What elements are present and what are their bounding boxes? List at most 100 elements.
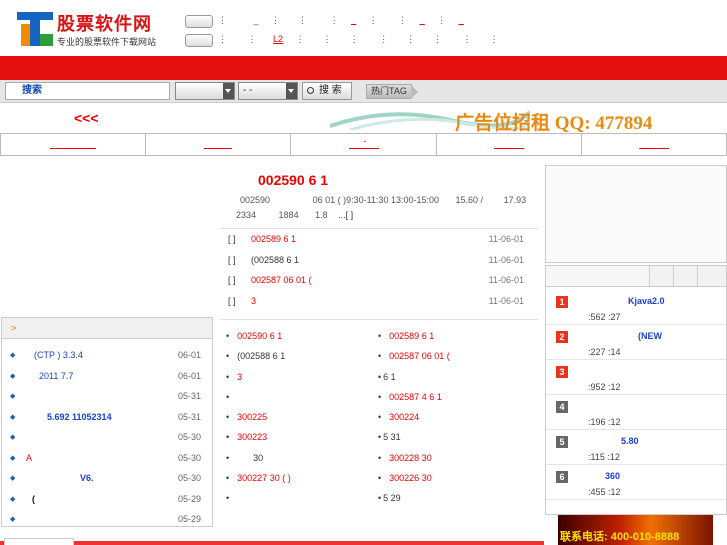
rank-badge: 4 xyxy=(556,401,568,413)
top-nav-row-1: ⋮ _ ⋮ ⋮ ⋮ _ ⋮ ⋮ _ ⋮ _ xyxy=(218,15,464,25)
logo-mark-icon xyxy=(17,12,53,46)
nav-link[interactable]: _ xyxy=(420,15,425,25)
list-item[interactable]: • 6 1 xyxy=(378,372,396,382)
list-item[interactable]: ◆ 05-29 xyxy=(2,510,212,530)
rank-badge: 1 xyxy=(556,296,568,308)
category-tabs: - xyxy=(0,133,727,156)
right-top-box xyxy=(545,165,727,263)
search-input[interactable]: 搜索 xyxy=(5,82,170,100)
ranking-item[interactable]: 2 (NEW :227 :14 xyxy=(546,326,726,360)
list-item[interactable]: • 3 xyxy=(226,372,242,382)
rank-badge: 5 xyxy=(556,436,568,448)
divider xyxy=(220,319,538,320)
list-item[interactable]: ◆ (CTP ) 3.3.4 06-01 xyxy=(2,346,212,366)
tab-5[interactable] xyxy=(582,134,726,155)
bullet-icon: ◆ xyxy=(10,516,16,523)
bottom-section-bar xyxy=(0,541,544,545)
ranking-item[interactable]: 4 :196 :12 xyxy=(546,396,726,430)
site-logo[interactable]: 股票软件网 专业的股票软件下载网站 xyxy=(17,10,179,50)
list-item[interactable]: ◆ 2011 7.7 06-01 xyxy=(2,367,212,387)
list-item[interactable]: ◆(05-29 xyxy=(2,490,212,510)
list-item[interactable]: • 002590 6 1 xyxy=(226,331,282,341)
ranking-tabs xyxy=(545,265,727,287)
article-headline[interactable]: 002590 6 1 xyxy=(258,172,328,188)
tab-4[interactable] xyxy=(437,134,582,155)
list-item[interactable]: [ ] (002588 6 1 11-06-01 xyxy=(220,249,538,270)
list-item[interactable]: • 300223 xyxy=(226,432,267,442)
ranking-item[interactable]: 6 360 :455 :12 xyxy=(546,466,726,500)
tab-1[interactable] xyxy=(1,134,147,155)
rank-badge: 3 xyxy=(556,366,568,378)
list-item[interactable]: • 5 31 xyxy=(378,432,401,442)
main-nav-bar xyxy=(0,56,727,80)
ranking-tab-2[interactable] xyxy=(650,266,674,286)
category-select[interactable] xyxy=(175,82,235,100)
nav-link[interactable]: _ xyxy=(254,15,259,25)
ranking-list: 1 Kjava2.0 :562 :27 2 (NEW :227 :14 3 :9… xyxy=(545,287,727,515)
list-item[interactable]: • 300227 30 ( ) xyxy=(226,473,291,483)
search-icon xyxy=(307,87,314,94)
banner-text: 联系电话: 400-010-8888 xyxy=(560,531,680,543)
bullet-icon: ◆ xyxy=(10,434,16,441)
list-item[interactable]: • 30 xyxy=(226,453,263,463)
list-item[interactable]: • 300226 30 xyxy=(378,473,432,483)
top-button-2[interactable] xyxy=(185,34,213,47)
bullet-icon: ◆ xyxy=(10,414,16,421)
news-feed: [ ] 002589 6 1 11-06-01 [ ] (002588 6 1 11-0… xyxy=(220,228,538,310)
contact-banner[interactable]: 联系电话: 400-010-8888 xyxy=(545,515,727,545)
ad-band: <<< 广告位招租 QQ: 477894 xyxy=(0,104,727,135)
chevron-down-icon xyxy=(223,83,234,99)
arrow-icon: > xyxy=(11,323,17,333)
tab-3[interactable]: - xyxy=(291,134,437,155)
bullet-icon: ◆ xyxy=(10,455,16,462)
ranking-tab-3[interactable] xyxy=(674,266,698,286)
list-item[interactable]: • 300228 30 xyxy=(378,453,432,463)
type-select[interactable]: - - xyxy=(238,82,298,100)
software-list: > ◆ (CTP ) 3.3.4 06-01 ◆ 2011 7.7 06-01 ◆ 05-… xyxy=(1,317,213,527)
site-name: 股票软件网 xyxy=(57,14,152,34)
hot-tag-button[interactable]: 热门TAG xyxy=(366,84,418,99)
tab-2[interactable] xyxy=(146,134,292,155)
list-item[interactable]: • 002587 4 6 1 xyxy=(378,392,442,402)
list-item[interactable]: ◆ 05-31 xyxy=(2,387,212,407)
list-item[interactable]: ◆ 5.692 11052314 05-31 xyxy=(2,408,212,428)
top-nav-row-2: ⋮ ⋮ L2 ⋮ ⋮ ⋮ ⋮ ⋮ ⋮ ⋮ ⋮ xyxy=(218,34,499,44)
list-item[interactable]: • (002588 6 1 xyxy=(226,351,285,361)
search-bar: 搜索 - - 搜 索 热门TAG xyxy=(0,80,727,103)
ranking-tab-1[interactable] xyxy=(546,266,650,286)
nav-link-l2[interactable]: L2 xyxy=(273,34,283,44)
article-meta: 002590 06 01 ( )9:30-11:30 13:00-15:00 1… xyxy=(232,193,532,223)
list-item[interactable]: [ ] 002589 6 1 11-06-01 xyxy=(220,228,538,249)
bullet-icon: ◆ xyxy=(10,352,16,359)
list-item[interactable]: • 002589 6 1 xyxy=(378,331,434,341)
back-link[interactable]: <<< xyxy=(74,110,99,126)
chevron-down-icon xyxy=(286,83,297,99)
nav-link[interactable]: _ xyxy=(351,15,356,25)
list-item[interactable]: • xyxy=(226,392,237,402)
list-item[interactable]: [ ] 3 11-06-01 xyxy=(220,290,538,311)
list-item[interactable]: ◆ A 05-30 xyxy=(2,449,212,469)
list-item[interactable]: • 5 29 xyxy=(378,493,401,503)
bullet-icon: ◆ xyxy=(10,393,16,400)
more-link[interactable]: ...[ ] xyxy=(338,208,353,223)
bullet-icon: ◆ xyxy=(10,475,16,482)
list-item[interactable]: • 002587 06 01 ( xyxy=(378,351,450,361)
list-item[interactable]: ◆ V6. 05-30 xyxy=(2,469,212,489)
ad-text[interactable]: 广告位招租 QQ: 477894 xyxy=(455,108,652,135)
ranking-item[interactable]: 3 :952 :12 xyxy=(546,361,726,395)
list-item[interactable]: ◆ 05-30 xyxy=(2,428,212,448)
ranking-item[interactable]: 1 Kjava2.0 :562 :27 xyxy=(546,291,726,325)
search-button[interactable]: 搜 索 xyxy=(302,82,352,100)
ranking-item[interactable]: 5 5.80 :115 :12 xyxy=(546,431,726,465)
list-item[interactable]: [ ] 002587 06 01 (11-06-01 xyxy=(220,269,538,290)
list-item[interactable]: • 300224 xyxy=(378,412,419,422)
nav-link[interactable]: _ xyxy=(459,15,464,25)
list-header: > xyxy=(2,318,212,339)
bottom-tab[interactable] xyxy=(4,538,74,545)
top-button-1[interactable] xyxy=(185,15,213,28)
bullet-icon: ◆ xyxy=(10,496,16,503)
list-item[interactable]: • xyxy=(226,493,237,503)
bullet-icon: ◆ xyxy=(10,373,16,380)
rank-badge: 2 xyxy=(556,331,568,343)
list-item[interactable]: • 300225 xyxy=(226,412,267,422)
